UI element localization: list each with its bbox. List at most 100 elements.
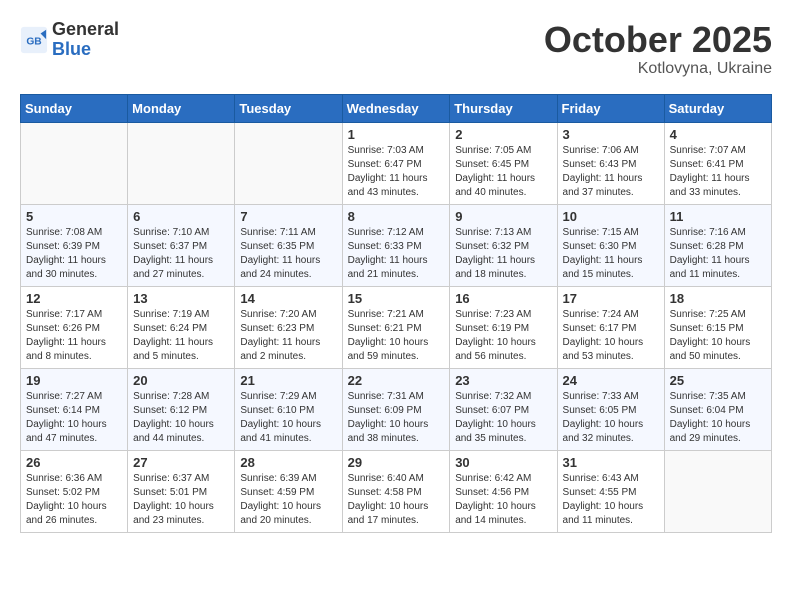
calendar-cell: 19 Sunrise: 7:27 AMSunset: 6:14 PMDayligh…	[21, 368, 128, 450]
day-number: 4	[670, 127, 766, 142]
day-number: 17	[563, 291, 659, 306]
day-number: 14	[240, 291, 336, 306]
calendar-cell: 13 Sunrise: 7:19 AMSunset: 6:24 PMDayligh…	[128, 286, 235, 368]
day-info: Sunrise: 7:12 AMSunset: 6:33 PMDaylight:…	[348, 226, 445, 282]
logo-icon: GB	[20, 26, 48, 54]
calendar-cell: 28 Sunrise: 6:39 AMSunset: 4:59 PMDayligh…	[235, 450, 342, 532]
day-number: 7	[240, 209, 336, 224]
logo-blue: Blue	[52, 39, 91, 59]
day-number: 30	[455, 455, 551, 470]
day-info: Sunrise: 7:16 AMSunset: 6:28 PMDaylight:…	[670, 226, 766, 282]
day-number: 11	[670, 209, 766, 224]
calendar-cell: 27Sunrise: 6:37 AMSunset: 5:01 PMDayligh…	[128, 450, 235, 532]
logo-text: General Blue	[52, 20, 119, 60]
weekday-header-thursday: Thursday	[450, 94, 557, 122]
day-number: 19	[26, 373, 122, 388]
day-number: 21	[240, 373, 336, 388]
calendar: SundayMondayTuesdayWednesdayThursdayFrid…	[20, 94, 772, 533]
week-row-1: 1 Sunrise: 7:03 AMSunset: 6:47 PMDaylight…	[21, 122, 772, 204]
month-title: October 2025	[544, 20, 772, 60]
day-info: Sunrise: 6:43 AMSunset: 4:55 PMDaylight:…	[563, 472, 659, 528]
week-row-5: 26 Sunrise: 6:36 AMSunset: 5:02 PMDayligh…	[21, 450, 772, 532]
day-info: Sunrise: 7:17 AMSunset: 6:26 PMDaylight:…	[26, 308, 122, 364]
weekday-header-friday: Friday	[557, 94, 664, 122]
day-info: Sunrise: 7:21 AMSunset: 6:21 PMDaylight:…	[348, 308, 445, 364]
day-number: 20	[133, 373, 229, 388]
day-number: 8	[348, 209, 445, 224]
day-info: Sunrise: 7:10 AMSunset: 6:37 PMDaylight:…	[133, 226, 229, 282]
calendar-cell: 18 Sunrise: 7:25 AMSunset: 6:15 PMDayligh…	[664, 286, 771, 368]
day-info: Sunrise: 7:07 AMSunset: 6:41 PMDaylight:…	[670, 144, 766, 200]
day-info: Sunrise: 7:20 AMSunset: 6:23 PMDaylight:…	[240, 308, 336, 364]
day-number: 22	[348, 373, 445, 388]
calendar-cell: 1 Sunrise: 7:03 AMSunset: 6:47 PMDaylight…	[342, 122, 450, 204]
svg-text:GB: GB	[26, 36, 41, 47]
day-number: 2	[455, 127, 551, 142]
day-number: 1	[348, 127, 445, 142]
day-info: Sunrise: 7:31 AMSunset: 6:09 PMDaylight:…	[348, 390, 445, 446]
day-number: 5	[26, 209, 122, 224]
day-info: Sunrise: 7:27 AMSunset: 6:14 PMDaylight:…	[26, 390, 122, 446]
day-number: 3	[563, 127, 659, 142]
calendar-cell: 25Sunrise: 7:35 AMSunset: 6:04 PMDayligh…	[664, 368, 771, 450]
calendar-cell: 23Sunrise: 7:32 AMSunset: 6:07 PMDayligh…	[450, 368, 557, 450]
calendar-cell	[128, 122, 235, 204]
calendar-cell: 6Sunrise: 7:10 AMSunset: 6:37 PMDaylight…	[128, 204, 235, 286]
day-info: Sunrise: 6:40 AMSunset: 4:58 PMDaylight:…	[348, 472, 445, 528]
day-info: Sunrise: 6:37 AMSunset: 5:01 PMDaylight:…	[133, 472, 229, 528]
day-number: 28	[240, 455, 336, 470]
week-row-2: 5 Sunrise: 7:08 AMSunset: 6:39 PMDaylight…	[21, 204, 772, 286]
day-info: Sunrise: 7:35 AMSunset: 6:04 PMDaylight:…	[670, 390, 766, 446]
calendar-cell: 14 Sunrise: 7:20 AMSunset: 6:23 PMDayligh…	[235, 286, 342, 368]
day-number: 31	[563, 455, 659, 470]
day-info: Sunrise: 7:11 AMSunset: 6:35 PMDaylight:…	[240, 226, 336, 282]
day-info: Sunrise: 7:15 AMSunset: 6:30 PMDaylight:…	[563, 226, 659, 282]
calendar-cell: 22 Sunrise: 7:31 AMSunset: 6:09 PMDayligh…	[342, 368, 450, 450]
calendar-cell: 8 Sunrise: 7:12 AMSunset: 6:33 PMDaylight…	[342, 204, 450, 286]
day-info: Sunrise: 7:29 AMSunset: 6:10 PMDaylight:…	[240, 390, 336, 446]
calendar-cell: 16 Sunrise: 7:23 AMSunset: 6:19 PMDayligh…	[450, 286, 557, 368]
calendar-cell: 29Sunrise: 6:40 AMSunset: 4:58 PMDayligh…	[342, 450, 450, 532]
title-block: October 2025 Kotlovyna, Ukraine	[544, 20, 772, 78]
calendar-cell: 17Sunrise: 7:24 AMSunset: 6:17 PMDayligh…	[557, 286, 664, 368]
weekday-header-wednesday: Wednesday	[342, 94, 450, 122]
day-number: 10	[563, 209, 659, 224]
day-number: 16	[455, 291, 551, 306]
day-info: Sunrise: 7:28 AMSunset: 6:12 PMDaylight:…	[133, 390, 229, 446]
calendar-cell: 24Sunrise: 7:33 AMSunset: 6:05 PMDayligh…	[557, 368, 664, 450]
day-number: 12	[26, 291, 122, 306]
calendar-cell: 9Sunrise: 7:13 AMSunset: 6:32 PMDaylight…	[450, 204, 557, 286]
calendar-cell	[664, 450, 771, 532]
calendar-cell: 12 Sunrise: 7:17 AMSunset: 6:26 PMDayligh…	[21, 286, 128, 368]
day-number: 18	[670, 291, 766, 306]
day-info: Sunrise: 7:03 AMSunset: 6:47 PMDaylight:…	[348, 144, 445, 200]
day-number: 26	[26, 455, 122, 470]
location: Kotlovyna, Ukraine	[544, 60, 772, 78]
day-info: Sunrise: 7:08 AMSunset: 6:39 PMDaylight:…	[26, 226, 122, 282]
day-number: 9	[455, 209, 551, 224]
day-info: Sunrise: 6:36 AMSunset: 5:02 PMDaylight:…	[26, 472, 122, 528]
day-number: 13	[133, 291, 229, 306]
weekday-header-saturday: Saturday	[664, 94, 771, 122]
calendar-cell: 11 Sunrise: 7:16 AMSunset: 6:28 PMDayligh…	[664, 204, 771, 286]
calendar-cell: 20 Sunrise: 7:28 AMSunset: 6:12 PMDayligh…	[128, 368, 235, 450]
calendar-cell	[235, 122, 342, 204]
day-info: Sunrise: 7:19 AMSunset: 6:24 PMDaylight:…	[133, 308, 229, 364]
day-number: 15	[348, 291, 445, 306]
week-row-4: 19 Sunrise: 7:27 AMSunset: 6:14 PMDayligh…	[21, 368, 772, 450]
day-info: Sunrise: 7:25 AMSunset: 6:15 PMDaylight:…	[670, 308, 766, 364]
calendar-cell: 31 Sunrise: 6:43 AMSunset: 4:55 PMDayligh…	[557, 450, 664, 532]
calendar-cell: 30Sunrise: 6:42 AMSunset: 4:56 PMDayligh…	[450, 450, 557, 532]
calendar-cell: 5 Sunrise: 7:08 AMSunset: 6:39 PMDaylight…	[21, 204, 128, 286]
calendar-cell: 4 Sunrise: 7:07 AMSunset: 6:41 PMDaylight…	[664, 122, 771, 204]
day-number: 23	[455, 373, 551, 388]
day-info: Sunrise: 7:23 AMSunset: 6:19 PMDaylight:…	[455, 308, 551, 364]
weekday-header-row: SundayMondayTuesdayWednesdayThursdayFrid…	[21, 94, 772, 122]
weekday-header-monday: Monday	[128, 94, 235, 122]
day-info: Sunrise: 6:39 AMSunset: 4:59 PMDaylight:…	[240, 472, 336, 528]
day-number: 24	[563, 373, 659, 388]
calendar-cell: 3Sunrise: 7:06 AMSunset: 6:43 PMDaylight…	[557, 122, 664, 204]
calendar-cell: 7 Sunrise: 7:11 AMSunset: 6:35 PMDaylight…	[235, 204, 342, 286]
calendar-cell: 26 Sunrise: 6:36 AMSunset: 5:02 PMDayligh…	[21, 450, 128, 532]
day-info: Sunrise: 7:05 AMSunset: 6:45 PMDaylight:…	[455, 144, 551, 200]
